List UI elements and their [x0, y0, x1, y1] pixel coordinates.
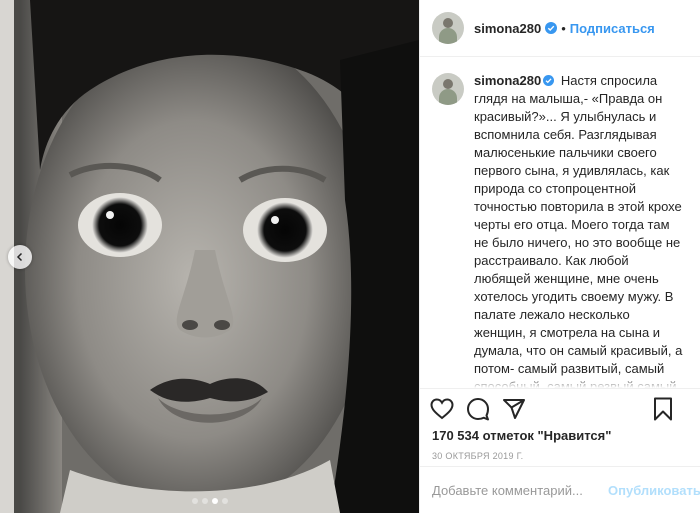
- comment-button[interactable]: [466, 397, 490, 421]
- post-header: simona280 • Подписаться: [420, 0, 700, 57]
- add-comment-bar: Опубликовать: [420, 466, 700, 513]
- instagram-post: simona280 • Подписаться simona280 Настя …: [0, 0, 700, 513]
- header-separator: •: [561, 20, 566, 36]
- share-button[interactable]: [502, 397, 526, 421]
- save-button[interactable]: [651, 397, 675, 421]
- caption-avatar[interactable]: [432, 73, 464, 105]
- bookmark-icon: [654, 397, 672, 421]
- post-side-panel: simona280 • Подписаться simona280 Настя …: [419, 0, 700, 513]
- action-bar: [420, 388, 700, 428]
- likes-count[interactable]: 170 534 отметок "Нравится": [432, 428, 611, 443]
- post-photo[interactable]: [0, 0, 419, 513]
- carousel-dot-active: [211, 498, 218, 504]
- follow-button[interactable]: Подписаться: [570, 21, 655, 36]
- caption-fade: [420, 376, 700, 388]
- carousel-dot: [201, 498, 208, 504]
- verified-badge-icon: [543, 75, 555, 86]
- comment-input[interactable]: [432, 482, 608, 498]
- baby-photo-image: [0, 0, 419, 513]
- verified-badge-icon: [545, 22, 558, 34]
- post-date[interactable]: 30 ОКТЯБРЯ 2019 Г.: [432, 451, 523, 461]
- caption-username[interactable]: simona280: [474, 73, 541, 88]
- post-caption: simona280 Настя спросила глядя на малыша…: [474, 72, 685, 388]
- carousel-dot: [221, 498, 228, 504]
- caption-text: Настя спросила глядя на малыша,- «Правда…: [474, 73, 683, 388]
- chevron-left-icon: [16, 252, 23, 262]
- heart-icon: [430, 397, 454, 419]
- carousel-dot: [191, 498, 198, 504]
- like-button[interactable]: [430, 397, 454, 421]
- comments-section[interactable]: simona280 Настя спросила глядя на малыша…: [420, 58, 700, 388]
- publish-comment-button[interactable]: Опубликовать: [608, 483, 700, 498]
- carousel-prev-button[interactable]: [8, 245, 32, 269]
- carousel-indicator: [0, 498, 419, 504]
- share-icon: [503, 398, 525, 419]
- avatar[interactable]: [432, 12, 464, 44]
- header-username[interactable]: simona280: [474, 21, 541, 36]
- comment-icon: [467, 397, 489, 420]
